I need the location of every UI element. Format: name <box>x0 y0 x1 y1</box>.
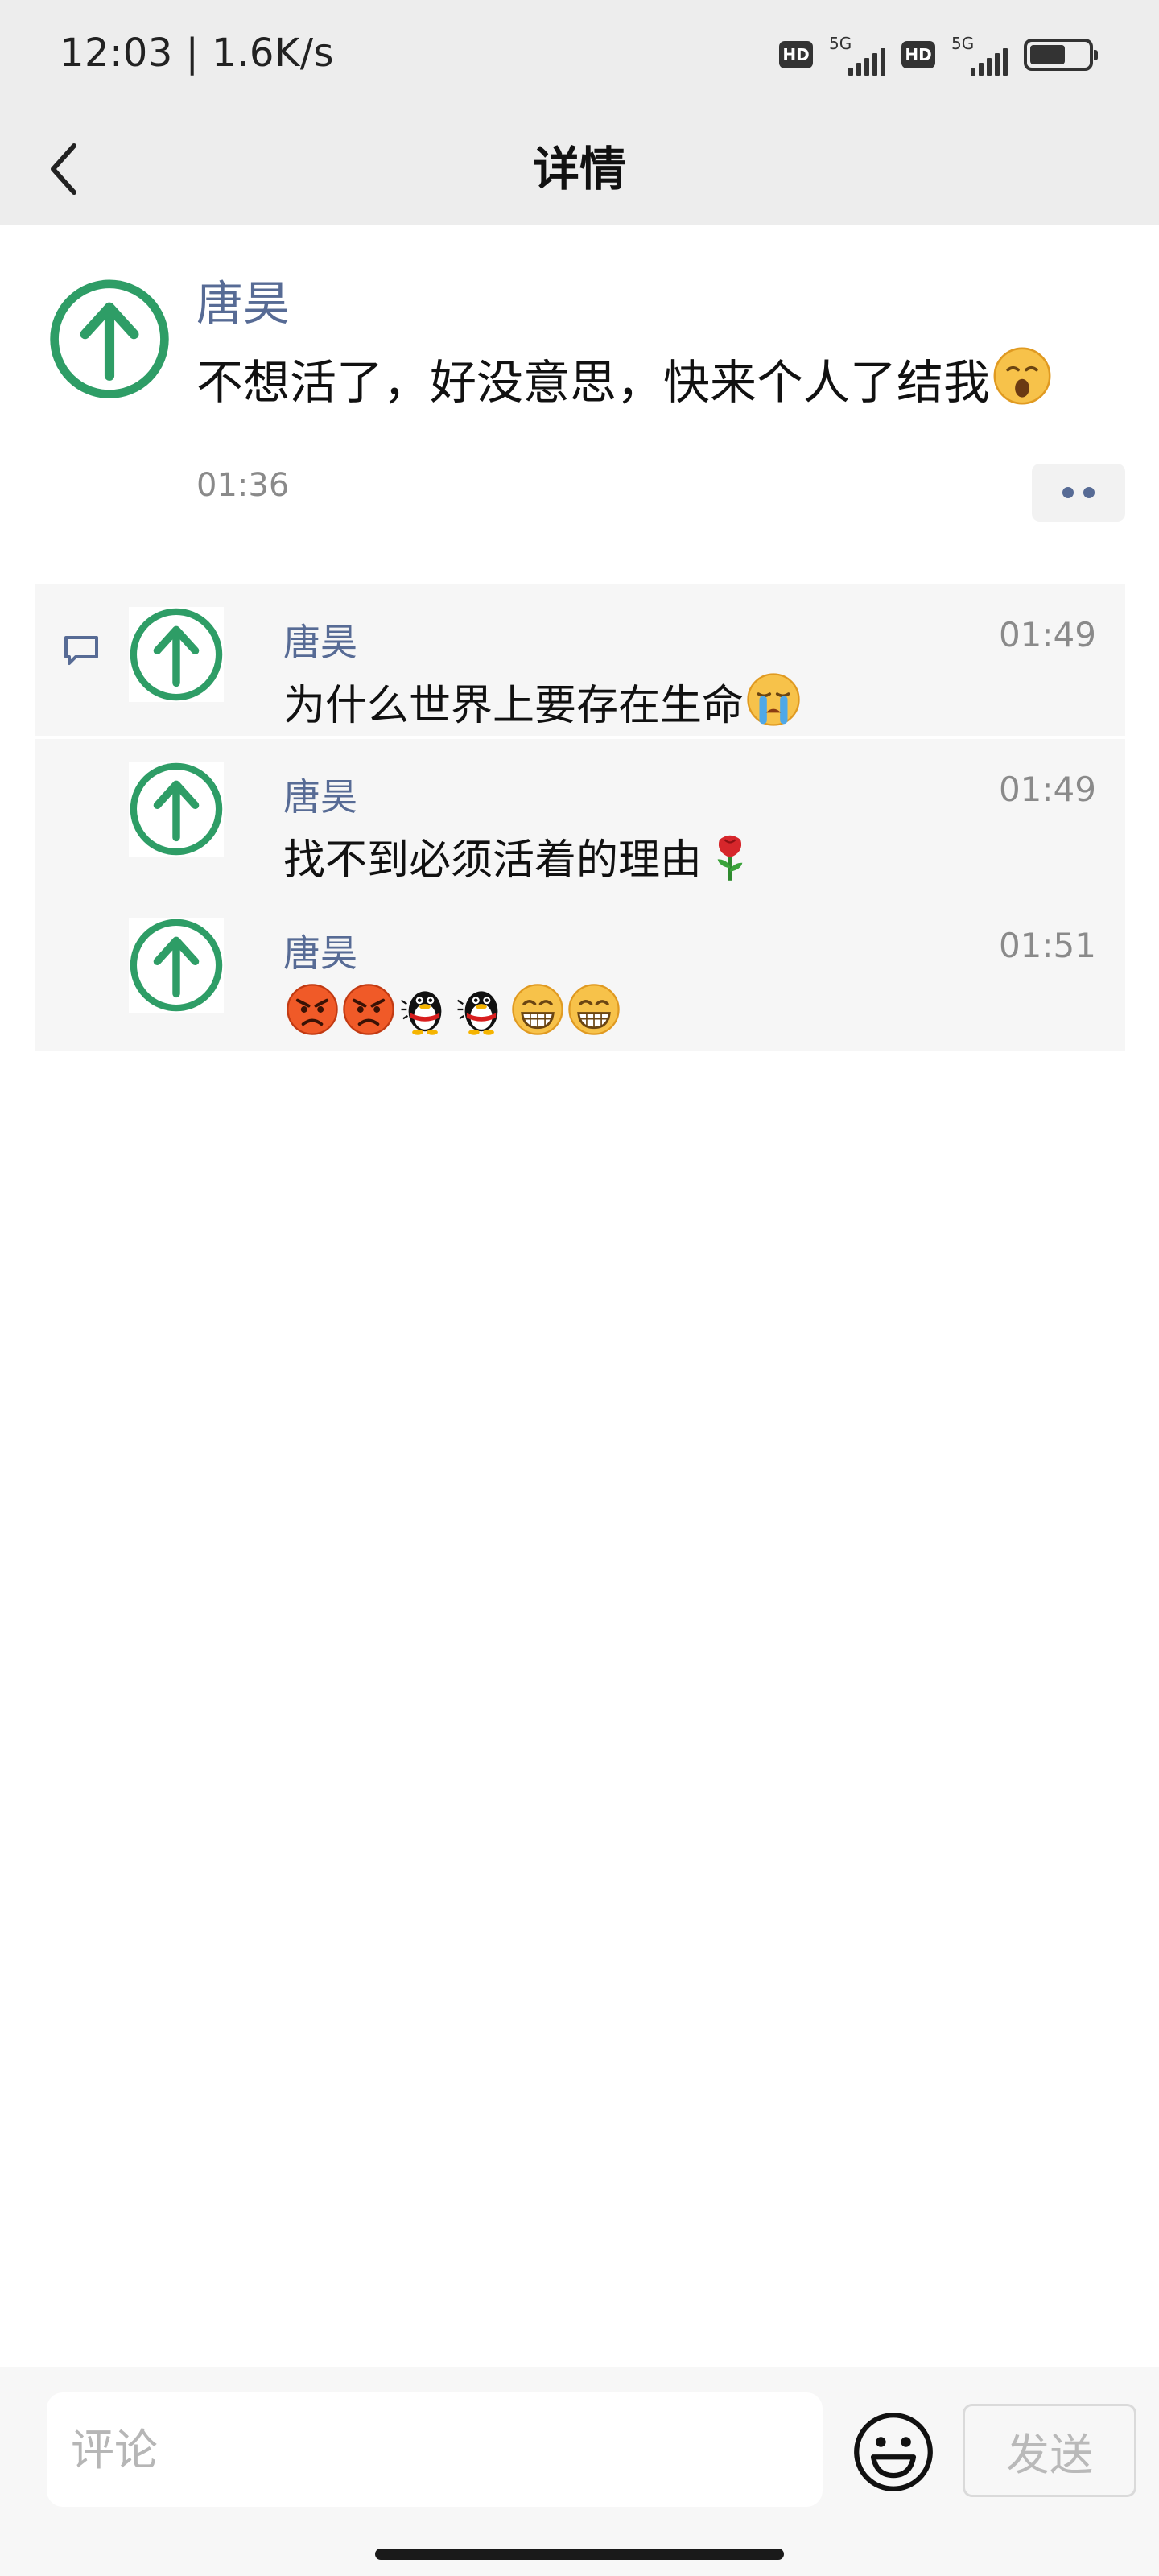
more-actions-button[interactable] <box>1032 464 1125 522</box>
page-title: 详情 <box>532 142 626 196</box>
comment-bubble-icon <box>64 636 98 665</box>
rose-emoji-icon <box>703 829 757 882</box>
dot-icon <box>1083 487 1095 498</box>
battery-icon <box>1024 39 1098 71</box>
commenter-name[interactable]: 唐昊 <box>283 768 357 821</box>
yawning-face-emoji-icon <box>992 345 1053 407</box>
comment-content: 找不到必须活着的理由 <box>283 826 757 886</box>
dot-icon <box>1062 487 1074 498</box>
comment-time: 01:49 <box>998 770 1096 809</box>
comment-text: 找不到必须活着的理由 <box>283 836 703 885</box>
nav-bar: 详情 <box>0 113 1159 225</box>
comment-time: 01:49 <box>998 615 1096 654</box>
comment-content <box>283 982 621 1039</box>
signal-icon-1: 5G <box>829 34 885 76</box>
qq-penguin-emoji-icon <box>398 982 452 1037</box>
angry-face-emoji-icon <box>285 982 340 1037</box>
comment-divider <box>35 736 1125 739</box>
post-author-name[interactable]: 唐昊 <box>196 266 290 333</box>
qq-penguin-emoji-icon <box>454 982 509 1037</box>
emoji-picker-icon[interactable] <box>852 2410 935 2494</box>
grinning-face-emoji-icon <box>567 982 621 1037</box>
grinning-face-emoji-icon <box>510 982 565 1037</box>
post-timestamp: 01:36 <box>196 467 290 504</box>
status-time: 12:03 | 1.6K/s <box>60 31 335 76</box>
hd-badge-1: HD <box>779 41 813 68</box>
commenter-avatar[interactable] <box>129 762 224 857</box>
comment-item[interactable]: 唐昊 01:49 为什么世界上要存在生命 <box>129 594 1096 732</box>
comment-item[interactable]: 唐昊 01:51 <box>129 905 1096 1042</box>
comments-section: 唐昊 01:49 为什么世界上要存在生命 唐昊 01:49 找不到必须活着的理由… <box>35 584 1125 1051</box>
comment-input-bar: 发送 <box>0 2367 1159 2576</box>
commenter-name[interactable]: 唐昊 <box>283 613 357 667</box>
home-indicator[interactable] <box>375 2549 784 2560</box>
avatar[interactable] <box>48 270 171 409</box>
status-icons: HD 5G HD 5G <box>779 32 1098 77</box>
chevron-left-icon <box>51 143 76 195</box>
send-button[interactable]: 发送 <box>963 2404 1136 2497</box>
comment-input[interactable] <box>47 2392 823 2507</box>
post-content-text: 不想活了，好没意思，快来个人了结我 <box>196 355 991 410</box>
comment-time: 01:51 <box>998 926 1096 965</box>
angry-face-emoji-icon <box>341 982 396 1037</box>
hd-badge-2: HD <box>901 41 935 68</box>
status-bar: 12:03 | 1.6K/s HD 5G HD 5G <box>0 0 1159 113</box>
commenter-name[interactable]: 唐昊 <box>283 924 357 977</box>
commenter-avatar[interactable] <box>129 607 224 702</box>
loudly-crying-face-emoji-icon <box>745 671 802 728</box>
signal-icon-2: 5G <box>951 34 1008 76</box>
comment-text: 为什么世界上要存在生命 <box>283 682 744 730</box>
post-content: 不想活了，好没意思，快来个人了结我 <box>196 345 1053 412</box>
back-button[interactable] <box>32 137 97 201</box>
comment-content: 为什么世界上要存在生命 <box>283 671 802 732</box>
comment-item[interactable]: 唐昊 01:49 找不到必须活着的理由 <box>129 749 1096 886</box>
commenter-avatar[interactable] <box>129 918 224 1013</box>
